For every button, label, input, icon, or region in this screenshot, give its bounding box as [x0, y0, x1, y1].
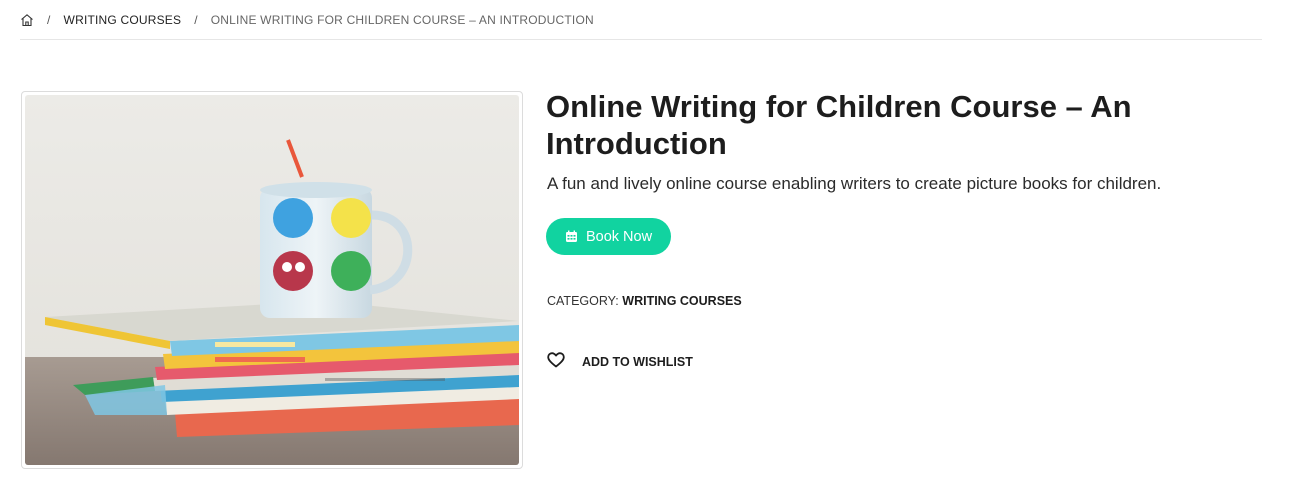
product-title: Online Writing for Children Course – An … [546, 89, 1132, 161]
category-link[interactable]: Writing Courses [622, 294, 741, 308]
calendar-icon [565, 230, 578, 243]
breadcrumb-separator: / [194, 12, 198, 27]
home-icon[interactable] [20, 13, 34, 27]
product-category: Category: Writing Courses [547, 294, 742, 308]
category-label: Category: [547, 294, 619, 308]
breadcrumb-current-page: Online Writing for Children Course – An … [210, 12, 594, 27]
heart-icon [547, 351, 565, 373]
breadcrumb: / Writing Courses / Online Writing for C… [20, 0, 1262, 40]
product-image[interactable] [21, 91, 523, 469]
add-to-wishlist-button[interactable]: Add to Wishlist [547, 351, 693, 373]
book-now-button[interactable]: Book Now [546, 218, 671, 255]
mug-and-books-image [25, 95, 519, 465]
wishlist-label: Add to Wishlist [582, 355, 693, 369]
breadcrumb-link-writing-courses[interactable]: Writing Courses [64, 13, 182, 27]
breadcrumb-separator: / [47, 12, 51, 27]
book-now-label: Book Now [585, 228, 653, 245]
product-subtitle: A fun and lively online course enabling … [547, 174, 1162, 193]
